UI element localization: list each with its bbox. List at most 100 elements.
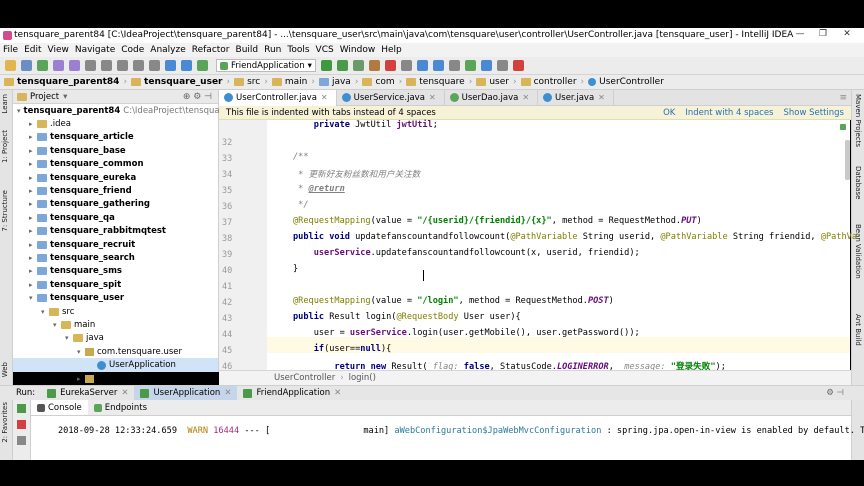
chevron-right-icon[interactable]: ▸ [29, 281, 37, 289]
cut-icon[interactable] [85, 60, 96, 71]
stop-icon[interactable] [17, 420, 26, 429]
run-tab[interactable]: FriendApplication ✕ [237, 386, 347, 401]
editor-breadcrumb-method[interactable]: login() [349, 373, 376, 383]
chevron-right-icon[interactable]: ▸ [29, 147, 37, 155]
menu-build[interactable]: Build [236, 45, 259, 55]
tool-tab-project[interactable]: 1: Project [1, 130, 9, 163]
plugin-icon[interactable] [512, 60, 524, 71]
tree-item[interactable]: ▾ tensquare_parent84 C:\IdeaProject\tensqu… [13, 104, 251, 117]
tool-tab-structure[interactable]: 7: Structure [1, 190, 9, 232]
maximize-button[interactable]: ❐ [813, 29, 833, 42]
rerun-icon[interactable] [17, 404, 26, 413]
breadcrumb-item[interactable]: controller › [520, 77, 584, 87]
breadcrumb-item[interactable]: java › [318, 77, 358, 87]
menu-run[interactable]: Run [264, 45, 281, 55]
vcs-icon[interactable] [400, 60, 412, 71]
editor-scrollbar[interactable] [845, 140, 850, 180]
chevron-down-icon[interactable]: ▾ [53, 321, 61, 329]
chevron-right-icon[interactable]: ▸ [77, 375, 85, 383]
tree-item[interactable]: ▸ tensquare_rabbitmqtest [13, 225, 218, 238]
tool-tab-maven[interactable]: Maven Projects [854, 94, 862, 147]
chevron-right-icon[interactable]: ▸ [29, 120, 37, 128]
sdk-icon[interactable] [416, 60, 428, 71]
paste-icon[interactable] [117, 60, 128, 71]
help-icon[interactable] [480, 60, 492, 71]
tree-item[interactable]: ▾ main [13, 318, 218, 331]
close-icon[interactable]: ✕ [321, 93, 328, 102]
close-icon[interactable]: ✕ [224, 388, 231, 398]
breadcrumb-item[interactable]: tensquare › [406, 77, 472, 87]
menu-refactor[interactable]: Refactor [192, 45, 230, 55]
find-icon[interactable] [133, 60, 144, 71]
run-tab[interactable]: UserApplication ✕ [134, 385, 238, 401]
tree-item[interactable]: ▸ tensquare_qa [13, 211, 218, 224]
close-icon[interactable]: ✕ [429, 93, 436, 102]
chevron-down-icon[interactable]: ▾ [29, 294, 37, 302]
console-output[interactable] [31, 416, 851, 460]
structure-icon[interactable] [432, 60, 444, 71]
endpoints-tab[interactable]: Endpoints [88, 400, 153, 415]
tree-item[interactable]: ▸ com.tensquare.user.config [13, 372, 218, 385]
tree-item[interactable]: ▸ tensquare_sms [13, 265, 218, 278]
menu-file[interactable]: File [3, 45, 18, 55]
close-icon[interactable]: ✕ [334, 388, 341, 398]
tasks-icon[interactable] [496, 60, 508, 71]
tree-item[interactable]: ▸ tensquare_spit [13, 278, 218, 291]
notice-ok-link[interactable]: OK [663, 108, 675, 118]
chevron-right-icon[interactable]: ▸ [29, 241, 37, 249]
breadcrumb-item[interactable]: tensquare_user › [131, 77, 230, 87]
menu-window[interactable]: Window [340, 45, 376, 55]
chevron-down-icon[interactable]: ▾ [77, 348, 85, 356]
tree-item[interactable]: ▾ src [13, 305, 218, 318]
menu-help[interactable]: Help [381, 45, 402, 55]
coverage-icon[interactable] [352, 60, 364, 71]
menu-analyze[interactable]: Analyze [150, 45, 185, 55]
close-icon[interactable]: ✕ [121, 388, 128, 398]
tool-tab-ant-build[interactable]: Ant Build [854, 314, 862, 346]
tree-item[interactable]: ▾ tensquare_user [13, 291, 218, 304]
breadcrumb-item[interactable]: UserController [588, 77, 664, 87]
save-icon[interactable] [21, 60, 32, 71]
restore-icon[interactable] [17, 436, 26, 445]
tree-item[interactable]: ▸ .idea [13, 117, 218, 130]
chevron-right-icon[interactable]: ▸ [29, 200, 37, 208]
tree-item[interactable]: ▸ tensquare_search [13, 251, 218, 264]
breadcrumb-item[interactable]: user › [476, 77, 517, 87]
run-tab[interactable]: EurekaServer ✕ [41, 386, 134, 401]
tool-tab-database[interactable]: Database [854, 166, 862, 199]
chevron-right-icon[interactable]: ▸ [29, 187, 37, 195]
editor-tab[interactable]: UserDao.java ✕ [445, 89, 539, 106]
back-icon[interactable] [165, 60, 176, 71]
panel-options-icon[interactable]: ⊕ ⚙ ⊣ [183, 92, 212, 102]
chevron-right-icon[interactable]: ▸ [29, 214, 37, 222]
run-config-select[interactable]: FriendApplication ▾ [216, 59, 316, 72]
tree-item[interactable]: ▸ tensquare_common [13, 158, 218, 171]
tree-item[interactable]: UserApplication [13, 358, 218, 372]
chevron-right-icon[interactable]: ▸ [29, 174, 37, 182]
forward-icon[interactable] [181, 60, 192, 71]
profile-icon[interactable] [368, 60, 380, 71]
menu-edit[interactable]: Edit [24, 45, 41, 55]
settings-icon[interactable] [448, 60, 460, 71]
tool-tab-learn[interactable]: Learn [1, 94, 9, 114]
chevron-right-icon[interactable]: ▸ [29, 254, 37, 262]
menu-tools[interactable]: Tools [287, 45, 309, 55]
sync-icon[interactable] [37, 60, 48, 71]
run-settings-icon[interactable]: ⚙ ⊣ [826, 388, 844, 398]
breadcrumb-item[interactable]: tensquare_parent84 › [4, 77, 127, 87]
chevron-down-icon[interactable]: ▾ [65, 334, 73, 342]
redo-icon[interactable] [69, 60, 80, 71]
chevron-right-icon[interactable]: ▸ [29, 133, 37, 141]
menu-vcs[interactable]: VCS [316, 45, 334, 55]
search-everywhere-icon[interactable] [464, 60, 476, 71]
editor-tab[interactable]: User.java ✕ [538, 89, 614, 106]
tree-item[interactable]: ▸ tensquare_eureka [13, 171, 218, 184]
notice-indent-link[interactable]: Indent with 4 spaces [685, 108, 773, 118]
tool-tab-web[interactable]: Web [1, 362, 9, 377]
breadcrumb-item[interactable]: main › [271, 77, 315, 87]
stop-icon[interactable] [384, 60, 396, 71]
undo-icon[interactable] [53, 60, 64, 71]
breadcrumb-item[interactable]: src › [234, 77, 268, 87]
menu-navigate[interactable]: Navigate [75, 45, 115, 55]
tree-item[interactable]: ▾ java [13, 332, 218, 345]
